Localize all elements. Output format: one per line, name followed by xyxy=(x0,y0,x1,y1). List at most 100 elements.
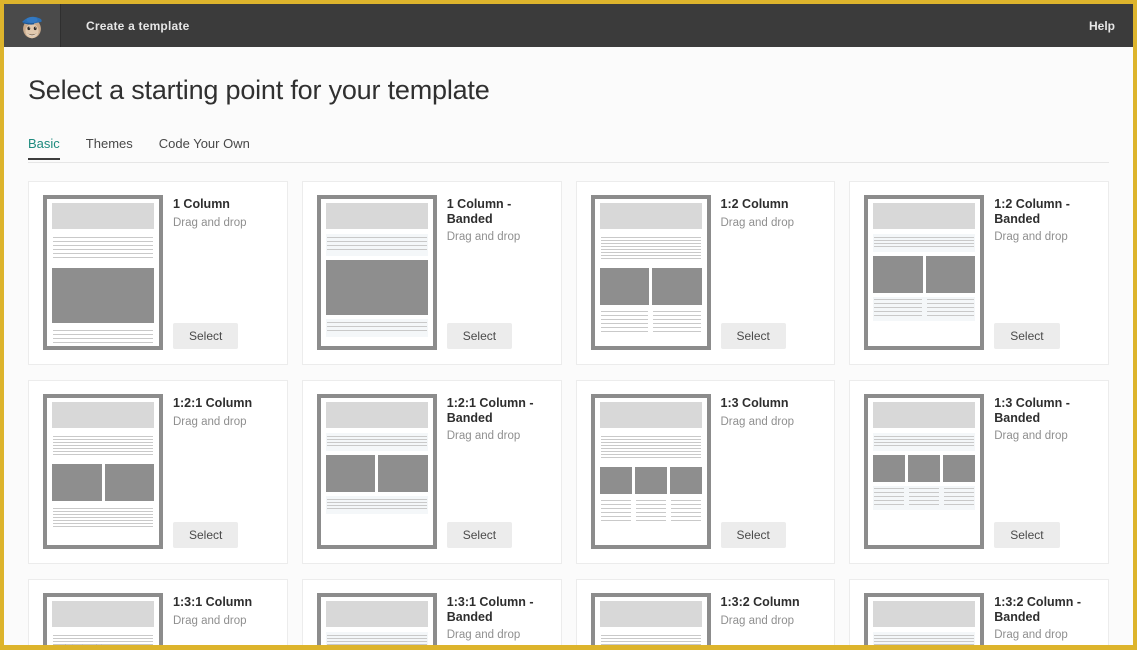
template-thumbnail[interactable] xyxy=(864,195,985,350)
thumb-line xyxy=(909,496,940,497)
tab-themes[interactable]: Themes xyxy=(86,136,133,159)
thumb-line xyxy=(600,508,631,509)
template-card[interactable]: 1:3 Column Drag and drop Select xyxy=(575,380,836,564)
thumb-line xyxy=(326,641,427,642)
thumb-line xyxy=(53,249,153,250)
thumb-text-lines xyxy=(326,319,428,337)
template-thumbnail[interactable] xyxy=(864,593,985,645)
thumbnail-canvas xyxy=(52,203,154,343)
thumb-line xyxy=(670,520,701,521)
thumb-header-block xyxy=(873,601,976,627)
thumb-image-block xyxy=(925,256,976,293)
select-button[interactable]: Select xyxy=(720,323,786,349)
thumb-line xyxy=(670,504,701,505)
thumb-text-lines xyxy=(52,433,154,460)
thumb-line xyxy=(874,504,905,505)
thumb-column xyxy=(635,500,666,524)
thumb-header-block xyxy=(325,402,428,428)
template-thumbnail[interactable] xyxy=(316,394,437,549)
select-button[interactable]: Select xyxy=(446,323,513,349)
thumb-band xyxy=(600,234,702,264)
thumb-line xyxy=(635,512,666,513)
thumb-line xyxy=(326,322,427,323)
template-thumbnail[interactable] xyxy=(43,195,163,350)
template-card[interactable]: 1:3:2 Column - BandedDrag and dropSelect xyxy=(849,579,1109,645)
thumb-line xyxy=(600,454,701,455)
template-card[interactable]: 1:3:1 ColumnDrag and dropSelect xyxy=(28,579,288,645)
thumb-line xyxy=(600,516,631,517)
help-link[interactable]: Help xyxy=(1089,4,1133,47)
thumb-line xyxy=(53,451,153,452)
thumb-line xyxy=(874,644,975,645)
template-thumbnail[interactable] xyxy=(316,593,437,645)
template-card[interactable]: 1:2:1 Column - Banded Drag and drop Select xyxy=(301,380,562,564)
thumb-line xyxy=(635,520,666,521)
thumb-line xyxy=(653,311,701,312)
thumb-line xyxy=(600,243,701,244)
template-subtitle: Drag and drop xyxy=(446,231,521,243)
template-card[interactable]: 1:2:1 Column Drag and drop Select xyxy=(28,380,288,564)
thumb-line xyxy=(653,323,701,324)
template-card[interactable]: 1 Column Drag and drop Select xyxy=(28,181,288,365)
template-card[interactable]: 1:2 Column Drag and drop Select xyxy=(575,181,836,365)
mailchimp-freddie-logo xyxy=(21,16,42,38)
thumb-line xyxy=(944,504,975,505)
thumb-line xyxy=(326,442,427,443)
template-thumbnail[interactable] xyxy=(43,593,163,645)
select-button[interactable]: Select xyxy=(173,522,239,548)
thumbnail-canvas xyxy=(325,203,428,342)
thumb-line xyxy=(600,323,648,324)
thumb-line xyxy=(926,299,975,300)
template-card[interactable]: 1:3:2 ColumnDrag and dropSelect xyxy=(575,579,836,645)
template-card[interactable]: 1 Column - Banded Drag and drop Select xyxy=(301,181,562,365)
thumb-header-block xyxy=(599,402,702,428)
thumb-line xyxy=(600,504,631,505)
thumb-column xyxy=(670,500,701,524)
thumb-line xyxy=(53,439,153,440)
template-card[interactable]: 1:3:1 Column - BandedDrag and dropSelect xyxy=(301,579,562,645)
template-subtitle: Drag and drop xyxy=(173,216,247,229)
thumbnail-canvas xyxy=(599,402,702,541)
template-card[interactable]: 1:3 Column - Banded Drag and drop Select xyxy=(849,380,1109,564)
thumb-band xyxy=(325,496,428,514)
template-thumbnail[interactable] xyxy=(316,195,437,350)
select-button[interactable]: Select xyxy=(720,522,786,548)
thumb-header-block xyxy=(599,203,702,229)
template-thumbnail[interactable] xyxy=(43,394,163,549)
template-thumbnail[interactable] xyxy=(864,394,985,549)
tab-code-your-own[interactable]: Code Your Own xyxy=(159,136,250,159)
template-meta: 1:3:2 ColumnDrag and dropSelect xyxy=(721,593,821,645)
thumb-column xyxy=(926,299,975,319)
thumbnail-canvas xyxy=(325,601,428,645)
template-thumbnail[interactable] xyxy=(590,593,711,645)
thumb-image-block xyxy=(104,464,154,501)
template-title: 1:2 Column - Banded xyxy=(994,197,1070,226)
thumb-line xyxy=(600,439,701,440)
thumb-line xyxy=(600,436,701,437)
thumb-line xyxy=(670,508,701,509)
thumb-line xyxy=(909,504,940,505)
thumb-line xyxy=(326,237,427,238)
select-button[interactable]: Select xyxy=(994,323,1060,349)
tab-basic[interactable]: Basic xyxy=(28,136,60,160)
thumb-line xyxy=(326,508,427,509)
select-button[interactable]: Select xyxy=(173,323,239,349)
select-button[interactable]: Select xyxy=(994,522,1060,548)
thumb-text-lines xyxy=(873,632,975,645)
thumb-line xyxy=(600,520,631,521)
select-button[interactable]: Select xyxy=(446,522,513,548)
thumb-band xyxy=(873,297,976,321)
thumb-line xyxy=(600,635,701,636)
thumb-line xyxy=(653,327,701,328)
thumb-header-block xyxy=(873,203,976,229)
template-meta: 1:2 Column - Banded Drag and drop Select xyxy=(994,195,1094,351)
logo-cell[interactable] xyxy=(4,4,61,47)
template-thumbnail[interactable] xyxy=(590,195,711,350)
thumb-line xyxy=(600,315,648,316)
thumb-line xyxy=(670,512,701,513)
thumb-line xyxy=(600,500,631,501)
template-thumbnail[interactable] xyxy=(590,394,711,549)
template-card[interactable]: 1:2 Column - Banded Drag and drop Select xyxy=(849,181,1109,365)
thumb-line xyxy=(909,492,940,493)
template-title: 1:3:1 Column - Banded xyxy=(446,595,534,624)
